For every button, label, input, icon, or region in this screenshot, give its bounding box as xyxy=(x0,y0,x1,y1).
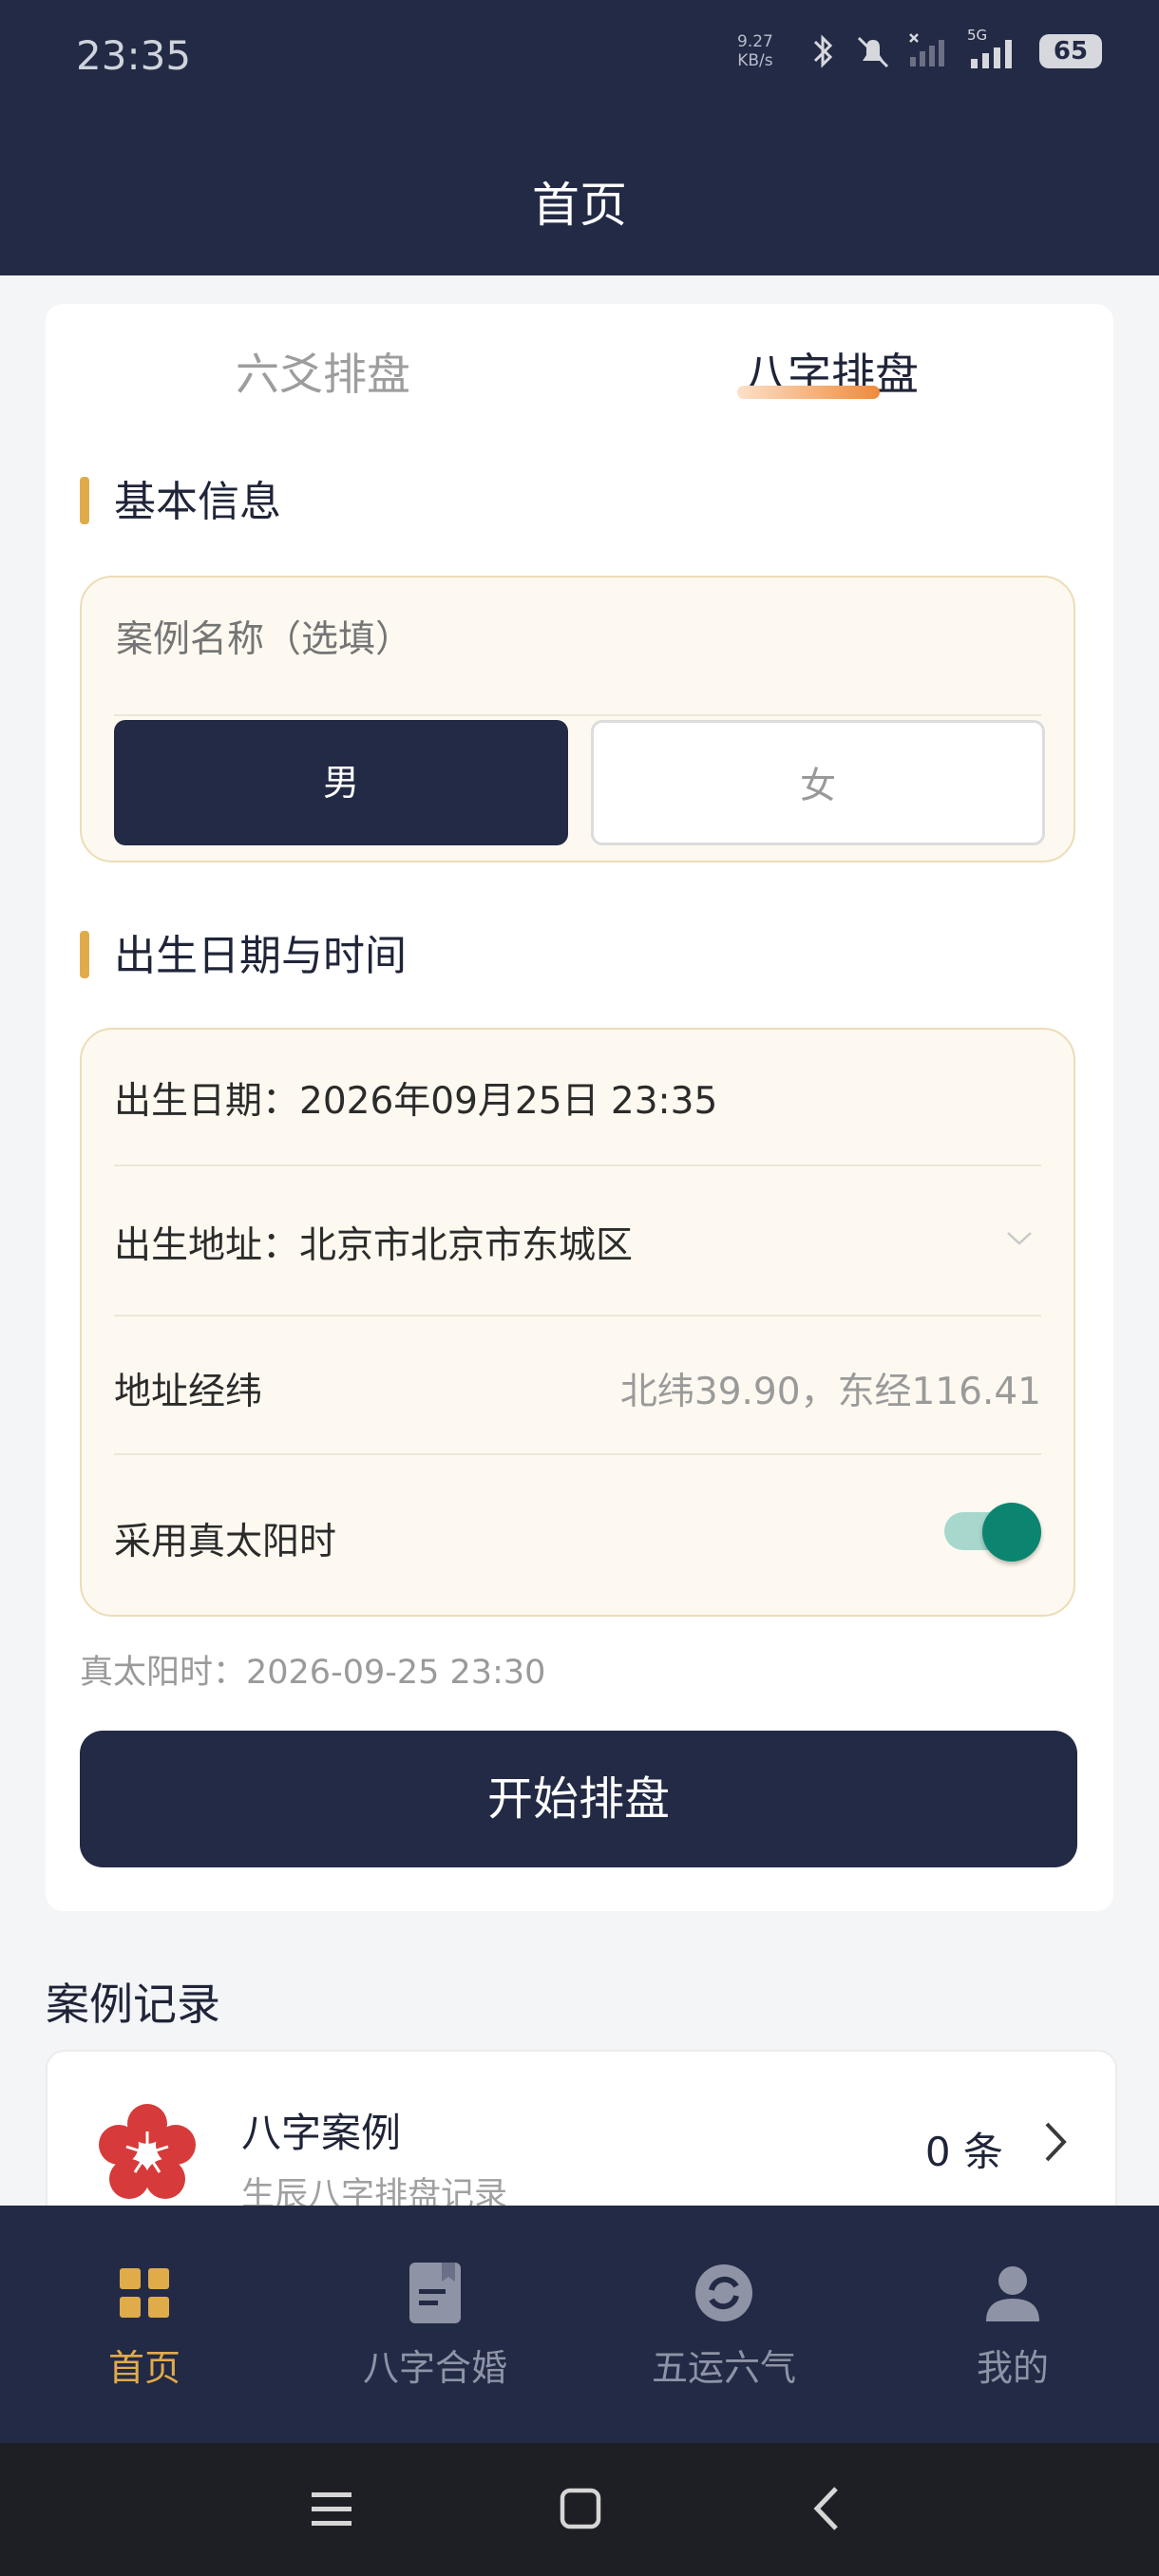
network-speed-unit: KB/s xyxy=(737,51,773,70)
record-name: 八字案例 xyxy=(241,2110,402,2156)
true-solar-time-note: 真太阳时：2026-09-25 23:30 xyxy=(80,1654,546,1692)
person-icon xyxy=(986,2266,1039,2321)
app-header: 首页 xyxy=(0,112,1159,275)
nav-label: 我的 xyxy=(976,2347,1049,2389)
records-title: 案例记录 xyxy=(46,1979,220,2030)
coords-label: 地址经纬 xyxy=(114,1371,263,1413)
record-count: 0 条 xyxy=(924,2129,1003,2175)
bluetooth-icon xyxy=(813,34,833,68)
home-icon[interactable] xyxy=(559,2487,602,2530)
coords-row: 地址经纬 北纬39.90，东经116.41 xyxy=(114,1362,1041,1415)
tab-liuyao[interactable]: 六爻排盘 xyxy=(236,340,410,403)
signal-sim2-icon: 5G xyxy=(967,27,1024,70)
nav-label: 五运六气 xyxy=(651,2347,796,2389)
true-solar-toggle[interactable] xyxy=(944,1503,1041,1562)
start-chart-button[interactable]: 开始排盘 xyxy=(80,1731,1077,1867)
cycle-icon xyxy=(695,2264,752,2321)
signal-sim1-icon xyxy=(909,33,944,66)
section-title: 出生日期与时间 xyxy=(114,932,407,980)
active-tab-underline xyxy=(737,386,880,399)
birth-date-text: 出生日期：2026年09月25日 23:35 xyxy=(114,1080,718,1123)
divider xyxy=(114,714,1041,716)
book-icon xyxy=(409,2263,461,2323)
chevron-down-icon xyxy=(1007,1232,1032,1245)
mute-bell-icon xyxy=(857,36,889,68)
battery-indicator: 65 xyxy=(1039,34,1102,68)
section-accent-bar xyxy=(80,477,89,524)
nav-marriage[interactable]: 八字合婚 xyxy=(340,2257,530,2391)
system-nav-bar xyxy=(0,2443,1159,2576)
network-speed: 9.27 KB/s xyxy=(737,32,773,70)
nav-mine[interactable]: 我的 xyxy=(918,2257,1108,2391)
menu-icon[interactable] xyxy=(310,2487,353,2530)
divider xyxy=(114,1165,1041,1166)
nav-label: 八字合婚 xyxy=(362,2347,507,2389)
back-icon[interactable] xyxy=(808,2485,846,2532)
plum-blossom-icon xyxy=(99,2104,196,2199)
status-icons: 5G 65 xyxy=(809,27,1102,70)
birth-address-text: 出生地址：北京市北京市东城区 xyxy=(114,1224,634,1267)
gender-male-button[interactable]: 男 xyxy=(114,720,568,845)
home-grid-icon xyxy=(120,2268,169,2318)
nav-label: 首页 xyxy=(107,2347,180,2389)
birth-info-box: 出生日期：2026年09月25日 23:35 出生地址：北京市北京市东城区 地址… xyxy=(80,1028,1075,1617)
birth-address-row[interactable]: 出生地址：北京市北京市东城区 xyxy=(114,1216,1041,1269)
true-solar-row: 采用真太阳时 xyxy=(114,1512,1041,1565)
basic-info-box: 男 女 xyxy=(80,576,1075,862)
chevron-right-icon xyxy=(1045,2122,1067,2162)
status-time: 23:35 xyxy=(76,32,192,79)
gender-female-button[interactable]: 女 xyxy=(591,720,1045,845)
divider xyxy=(114,1315,1041,1316)
bottom-tab-bar: 首页 八字合婚 五运六气 我的 xyxy=(0,2206,1159,2443)
section-title: 基本信息 xyxy=(114,478,281,526)
nav-wuyun[interactable]: 五运六气 xyxy=(629,2257,819,2391)
birth-date-row[interactable]: 出生日期：2026年09月25日 23:35 xyxy=(114,1071,1041,1125)
main-card: 六爻排盘 八字排盘 基本信息 男 女 出生日期与时间 出生日期：2026年09月… xyxy=(46,304,1113,1911)
network-speed-value: 9.27 xyxy=(737,32,773,51)
coords-value: 北纬39.90，东经116.41 xyxy=(619,1371,1041,1413)
divider xyxy=(114,1453,1041,1455)
page-title: 首页 xyxy=(532,178,627,233)
true-solar-label: 采用真太阳时 xyxy=(114,1521,337,1563)
case-name-input[interactable] xyxy=(114,617,973,662)
nav-home[interactable]: 首页 xyxy=(49,2257,239,2391)
toggle-knob xyxy=(982,1503,1041,1562)
section-accent-bar xyxy=(80,931,89,978)
status-bar: 23:35 9.27 KB/s 5G 65 xyxy=(0,0,1159,112)
